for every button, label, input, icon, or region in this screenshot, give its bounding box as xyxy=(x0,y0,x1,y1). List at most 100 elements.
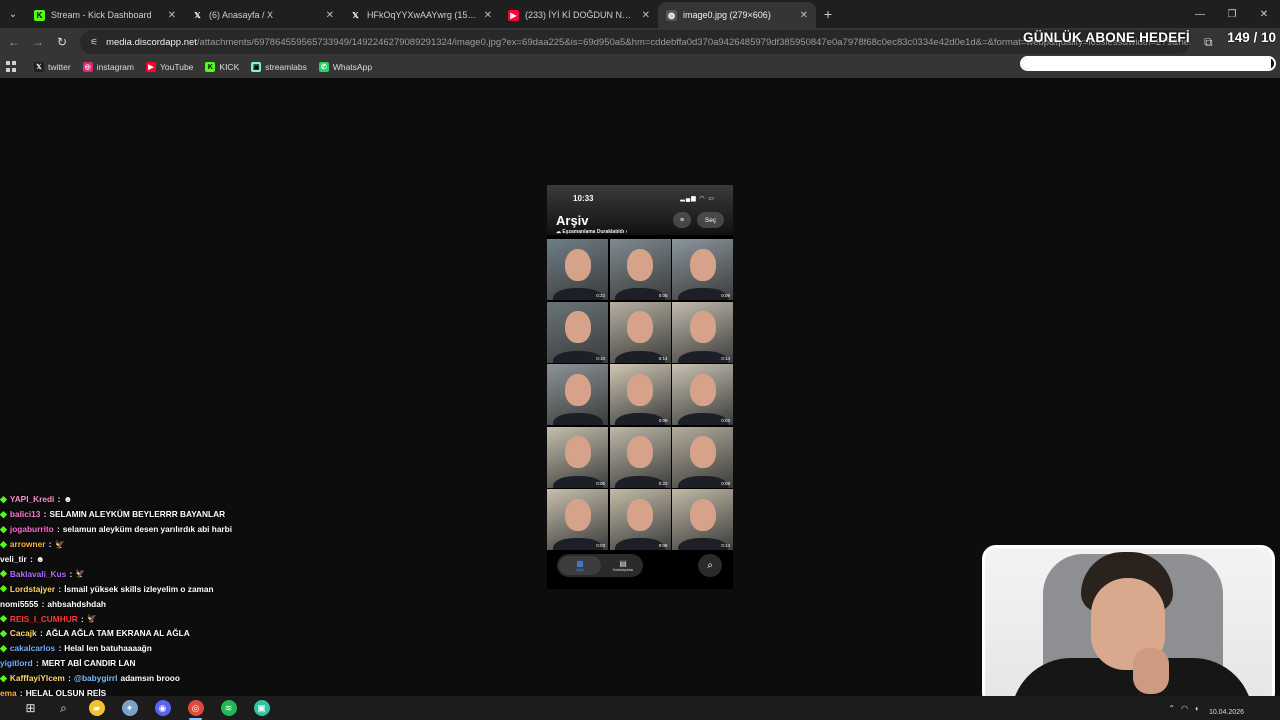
chat-username: yigitlord xyxy=(0,658,33,669)
chat-message: ◆ arrowner : 🦅 xyxy=(0,537,400,552)
chat-username: Baklavali_Kus xyxy=(9,568,67,579)
forward-button[interactable]: → xyxy=(26,30,50,54)
bookmark-twitter[interactable]: 𝕏twitter xyxy=(34,62,71,72)
bookmark-kick[interactable]: K KICK xyxy=(205,62,239,72)
chat-username: nomi5555 xyxy=(0,598,39,609)
chat-mention: @babygirrl xyxy=(73,673,118,684)
photo-thumbnail xyxy=(547,364,608,425)
close-icon[interactable]: ✕ xyxy=(484,10,492,21)
network-icon[interactable]: ◠ xyxy=(1181,704,1188,713)
tab-title: HFkOqYYXwAAYwrg (1536×2048) xyxy=(367,10,478,20)
chat-separator: : xyxy=(46,539,52,550)
restore-icon[interactable]: ❐ xyxy=(1216,0,1248,28)
close-icon[interactable]: ✕ xyxy=(800,10,808,21)
discord-icon[interactable]: ◉ xyxy=(146,696,179,720)
chat-text: AĞLA AĞLA TAM EKRANA AL AĞLA xyxy=(45,628,190,639)
chat-overlay: ◆ YAPI_Kredi : ☻ ◆ balici13 : SELAMIN ALEYKÜM… xyxy=(0,492,400,700)
chat-message: veli_tir : ☻ xyxy=(0,552,400,567)
chat-username: Cacajk xyxy=(9,628,37,639)
sort-icon: ≡ xyxy=(673,212,691,228)
chat-message: ◆ YAPI_Kredi : ☻ xyxy=(0,492,400,507)
browser-tab[interactable]: K Stream - Kick Dashboard ✕ xyxy=(26,2,184,28)
search-icon[interactable]: ⌕ xyxy=(47,696,80,720)
phone-tab-collections: ▤ Koleksiyonlar xyxy=(603,556,643,575)
tab-title: (6) Anasayfa / X xyxy=(209,10,274,20)
apps-grid-icon[interactable] xyxy=(6,61,18,73)
close-icon[interactable]: ✕ xyxy=(1248,0,1280,28)
chevron-up-icon[interactable]: ⌃ xyxy=(1168,704,1175,713)
chat-separator: : xyxy=(41,509,47,520)
goal-progress-bar xyxy=(1020,56,1276,71)
tab-search-button[interactable]: ⌄ xyxy=(0,1,26,27)
x-icon: 𝕏 xyxy=(34,62,44,72)
collections-icon: ▤ xyxy=(619,559,627,568)
photo-thumbnail: 0:03 xyxy=(672,364,733,425)
close-icon[interactable]: ✕ xyxy=(326,10,334,21)
bookmark-whatsapp[interactable]: ✆ WhatsApp xyxy=(318,62,372,72)
video-duration: 0:06 xyxy=(658,293,668,298)
bookmark-label: twitter xyxy=(48,62,71,72)
windows-start-icon[interactable]: ⊞ xyxy=(14,696,47,720)
video-duration: 0:09 xyxy=(721,293,730,298)
photo-thumbnail: 0:08 xyxy=(672,426,733,488)
reload-button[interactable]: ↻ xyxy=(50,30,74,54)
chrome-icon[interactable]: ◎ xyxy=(179,696,212,720)
subscriber-badge-icon: ◆ xyxy=(0,538,7,549)
site-info-icon[interactable]: ⚟ xyxy=(90,37,98,48)
chat-text: 🦅 xyxy=(75,568,86,579)
volume-icon[interactable]: ◖ xyxy=(1194,704,1199,713)
bookmark-streamlabs[interactable]: ▣ streamlabs xyxy=(251,62,307,72)
photo-thumbnail: 0:06 xyxy=(609,489,671,550)
chat-message: ◆ KafffayiYlcem : @babygirrl adamsın brooo xyxy=(0,671,400,686)
streamlabs-icon[interactable]: ▣ xyxy=(245,696,278,720)
subscriber-badge-icon: ◆ xyxy=(0,508,7,519)
close-icon[interactable]: ✕ xyxy=(642,10,650,21)
bookmark-label: streamlabs xyxy=(265,62,307,72)
browser-tab[interactable]: ◍ image0.jpg (279×606) ✕ xyxy=(658,2,816,28)
chat-message: ◆ Baklavali_Kus : 🦅 xyxy=(0,566,400,581)
minimize-icon[interactable]: — xyxy=(1184,0,1216,28)
video-duration: 0:14 xyxy=(721,543,730,548)
taskbar-date[interactable]: 10.04.2026 xyxy=(1209,709,1244,716)
chat-username: arrowner xyxy=(9,539,46,550)
chat-text: selamun aleyküm desen yarılırdık abi har… xyxy=(62,524,233,535)
app-icon[interactable]: ✦ xyxy=(113,696,146,720)
bookmark-instagram[interactable]: ◎ instagram xyxy=(82,62,134,72)
browser-tab[interactable]: 𝕏 (6) Anasayfa / X ✕ xyxy=(184,2,342,28)
chat-text: 🦅 xyxy=(54,538,65,549)
phone-screenshot: 10:33 ▂▄▆ ◠ ▭ Arşiv ☁ Eşzamanlama Durakl… xyxy=(547,185,733,589)
webcam-feed xyxy=(982,545,1275,707)
photo-thumbnail: 0:14 xyxy=(672,489,733,550)
bookmark-youtube[interactable]: ▶ YouTube xyxy=(146,62,193,72)
tab-title: image0.jpg (279×606) xyxy=(683,10,771,20)
back-button[interactable]: ← xyxy=(2,30,26,54)
video-duration: 0:14 xyxy=(721,355,730,361)
phone-tab-archive: ▦ Arşiv xyxy=(559,556,601,575)
browser-tab[interactable]: ▶ (233) İYİ Kİ DOĞDUN NECOI - Y ✕ xyxy=(500,2,658,28)
new-tab-button[interactable]: + xyxy=(816,6,840,22)
x-icon: 𝕏 xyxy=(192,9,203,21)
streamlabs-icon: ▣ xyxy=(251,62,262,72)
chat-separator: : xyxy=(54,524,60,535)
goal-count: 149 / 10 xyxy=(1227,30,1276,45)
video-duration: 0:22 xyxy=(596,293,605,298)
chat-message: ◆ balici13 : SELAMIN ALEYKÜM BEYLERRR BAYA… xyxy=(0,507,400,522)
file-explorer-icon[interactable]: ▰ xyxy=(80,696,113,720)
photos-icon: ▦ xyxy=(576,559,584,568)
chat-text: İsmail yüksek skills izleyelim o zaman xyxy=(64,583,214,594)
tabs: K Stream - Kick Dashboard ✕ 𝕏 (6) Anasayfa /… xyxy=(26,0,816,28)
video-duration: 0:23 xyxy=(658,480,668,486)
chat-separator: : xyxy=(56,583,62,594)
photo-thumbnail: 0:06 xyxy=(609,364,671,425)
youtube-icon: ▶ xyxy=(146,62,156,72)
photo-thumbnail: 0:03 xyxy=(547,489,608,550)
chat-separator: : xyxy=(67,568,73,579)
chat-separator: : xyxy=(37,628,43,639)
chat-message: ◆ REIS_I_CUMHUR : 🦅 xyxy=(0,611,400,626)
photo-grid: 0:22 0:06 0:09 0:10 0:14 0:14 0:06 0:03 0:06 0:23… xyxy=(547,239,733,550)
browser-tab[interactable]: 𝕏 HFkOqYYXwAAYwrg (1536×2048) ✕ xyxy=(342,2,500,28)
close-icon[interactable]: ✕ xyxy=(168,10,176,21)
chat-message: ◆ jogaburrito : selamun aleyküm desen yarı… xyxy=(0,522,400,537)
chat-username: jogaburrito xyxy=(9,524,54,535)
spotify-icon[interactable]: ≋ xyxy=(212,696,245,720)
